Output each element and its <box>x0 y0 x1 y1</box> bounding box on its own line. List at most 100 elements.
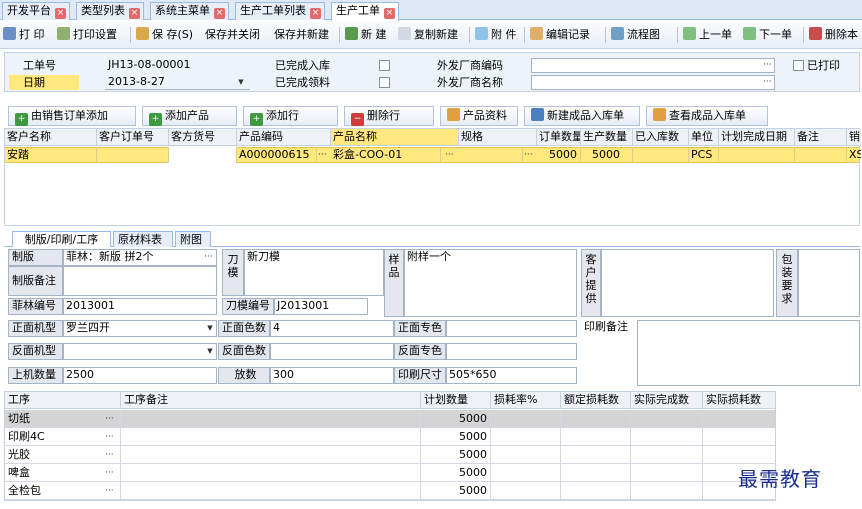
more-icon[interactable]: ··· <box>204 251 213 263</box>
tab-prepress[interactable]: 制版/印刷/工序 <box>12 231 111 247</box>
remark-cell[interactable] <box>795 147 847 163</box>
attachment-button[interactable]: 附 件 <box>475 27 517 43</box>
prod-qty-cell[interactable]: 5000 <box>581 147 633 163</box>
actual-done-cell[interactable] <box>631 428 703 446</box>
grid-header[interactable]: 产品名称 <box>331 129 459 146</box>
tab-materials[interactable]: 原材料表 <box>113 231 173 247</box>
loss-rate-cell[interactable] <box>491 482 561 500</box>
close-icon[interactable]: × <box>384 8 395 19</box>
front-colors-field[interactable]: 4 <box>270 320 394 337</box>
plan-qty-cell[interactable]: 5000 <box>421 482 491 500</box>
save-close-button[interactable]: 保存并关闭 <box>205 27 260 43</box>
process-header[interactable]: 额定损耗数 <box>561 392 631 409</box>
delete-row-button[interactable]: − 删除行 <box>344 106 434 126</box>
back-colors-field[interactable] <box>270 343 394 360</box>
new-inbound-button[interactable]: 新建成品入库单 <box>524 106 640 126</box>
actual-loss-cell[interactable] <box>703 428 775 446</box>
loss-rate-cell[interactable] <box>491 464 561 482</box>
process-header[interactable]: 计划数量 <box>421 392 491 409</box>
plate-remark-field[interactable] <box>63 266 217 296</box>
knife-no-field[interactable]: J2013001 <box>274 298 368 315</box>
more-icon[interactable]: ··· <box>105 449 114 461</box>
close-icon[interactable]: × <box>310 8 321 19</box>
grid-header[interactable]: 计划完成日期 <box>719 129 795 146</box>
add-product-button[interactable]: + 添加产品 <box>142 106 237 126</box>
customer-cell[interactable]: 安踏 <box>5 147 97 163</box>
process-name-cell[interactable]: 全检包 <box>5 482 121 500</box>
more-icon[interactable]: ··· <box>763 76 772 88</box>
print-size-field[interactable]: 505*650 <box>446 367 577 384</box>
process-header[interactable]: 工序 <box>5 392 121 409</box>
order-no-field[interactable]: JH13-08-00001 <box>105 58 250 73</box>
loss-rate-cell[interactable] <box>491 446 561 464</box>
front-spot-field[interactable] <box>446 320 577 337</box>
more-icon[interactable]: ··· <box>763 59 772 71</box>
process-name-cell[interactable]: 切纸 <box>5 410 121 428</box>
film-no-field[interactable]: 2013001 <box>63 298 217 315</box>
rated-loss-cell[interactable] <box>561 482 631 500</box>
machine-qty-field[interactable]: 2500 <box>63 367 217 384</box>
chevron-down-icon[interactable]: ▼ <box>204 345 216 358</box>
rated-loss-cell[interactable] <box>561 410 631 428</box>
copy-new-button[interactable]: 复制新建 <box>398 27 458 43</box>
more-icon[interactable]: ··· <box>105 431 114 443</box>
grid-header[interactable]: 客方货号 <box>169 129 237 146</box>
process-remark-cell[interactable] <box>121 446 421 464</box>
date-field[interactable]: 2013-8-27 <box>105 75 250 90</box>
customer-supply-field[interactable] <box>601 249 774 317</box>
close-icon[interactable]: × <box>129 8 140 19</box>
close-icon[interactable]: × <box>214 8 225 19</box>
printed-checkbox[interactable] <box>793 60 804 71</box>
order-qty-cell[interactable]: 5000 <box>537 147 581 163</box>
process-header[interactable]: 实际损耗数 <box>703 392 775 409</box>
cust-item-cell[interactable] <box>169 147 237 163</box>
stored-qty-cell[interactable] <box>633 147 689 163</box>
tab-work-order-list[interactable]: 生产工单列表 × <box>235 2 325 20</box>
save-button[interactable]: 保 存(S) <box>136 27 193 43</box>
rated-loss-cell[interactable] <box>561 446 631 464</box>
process-remark-cell[interactable] <box>121 410 421 428</box>
more-icon[interactable]: ··· <box>105 485 114 497</box>
prev-button[interactable]: 上一单 <box>683 27 732 43</box>
chevron-down-icon[interactable]: ▼ <box>204 322 216 335</box>
grid-header[interactable]: 备注 <box>795 129 847 146</box>
spec-cell[interactable] <box>459 147 523 163</box>
done-inbound-checkbox[interactable] <box>379 60 390 71</box>
process-header[interactable]: 损耗率% <box>491 392 561 409</box>
close-icon[interactable]: × <box>55 8 66 19</box>
more-icon[interactable]: ··· <box>524 149 533 161</box>
print-settings-button[interactable]: 打印设置 <box>57 27 117 43</box>
done-picking-checkbox[interactable] <box>379 77 390 88</box>
grid-header[interactable]: 产品编码 <box>237 129 331 146</box>
add-row-button[interactable]: + 添加行 <box>243 106 338 126</box>
process-remark-cell[interactable] <box>121 428 421 446</box>
plan-qty-cell[interactable]: 5000 <box>421 464 491 482</box>
knife-field[interactable]: 新刀模 <box>244 249 384 296</box>
tab-type-list[interactable]: 类型列表 × <box>76 2 144 20</box>
tab-attachments[interactable]: 附图 <box>175 231 211 247</box>
plan-qty-cell[interactable]: 5000 <box>421 446 491 464</box>
grid-header[interactable]: 客户订单号 <box>97 129 169 146</box>
more-icon[interactable]: ··· <box>445 149 454 161</box>
vendor-code-input[interactable] <box>531 58 775 73</box>
actual-done-cell[interactable] <box>631 446 703 464</box>
more-icon[interactable]: ··· <box>105 413 114 425</box>
grid-header[interactable]: 生产数量 <box>581 129 633 146</box>
delete-button[interactable]: 删除本 <box>809 27 858 43</box>
unit-cell[interactable]: PCS <box>689 147 719 163</box>
grid-header[interactable]: 单位 <box>689 129 719 146</box>
chevron-down-icon[interactable]: ▼ <box>235 76 247 89</box>
more-icon[interactable]: ··· <box>105 467 114 479</box>
edit-log-button[interactable]: 编辑记录 <box>530 27 590 43</box>
front-machine-select[interactable]: 罗兰四开 <box>63 320 217 337</box>
vendor-name-input[interactable] <box>531 75 775 90</box>
process-header[interactable]: 工序备注 <box>121 392 421 409</box>
actual-loss-cell[interactable] <box>703 410 775 428</box>
print-button[interactable]: 打 印 <box>3 27 45 43</box>
loss-rate-cell[interactable] <box>491 428 561 446</box>
actual-done-cell[interactable] <box>631 464 703 482</box>
grid-header[interactable]: 订单数量 <box>537 129 581 146</box>
tab-work-order[interactable]: 生产工单 × <box>331 2 399 21</box>
print-remark-field[interactable] <box>637 320 860 386</box>
rated-loss-cell[interactable] <box>561 464 631 482</box>
